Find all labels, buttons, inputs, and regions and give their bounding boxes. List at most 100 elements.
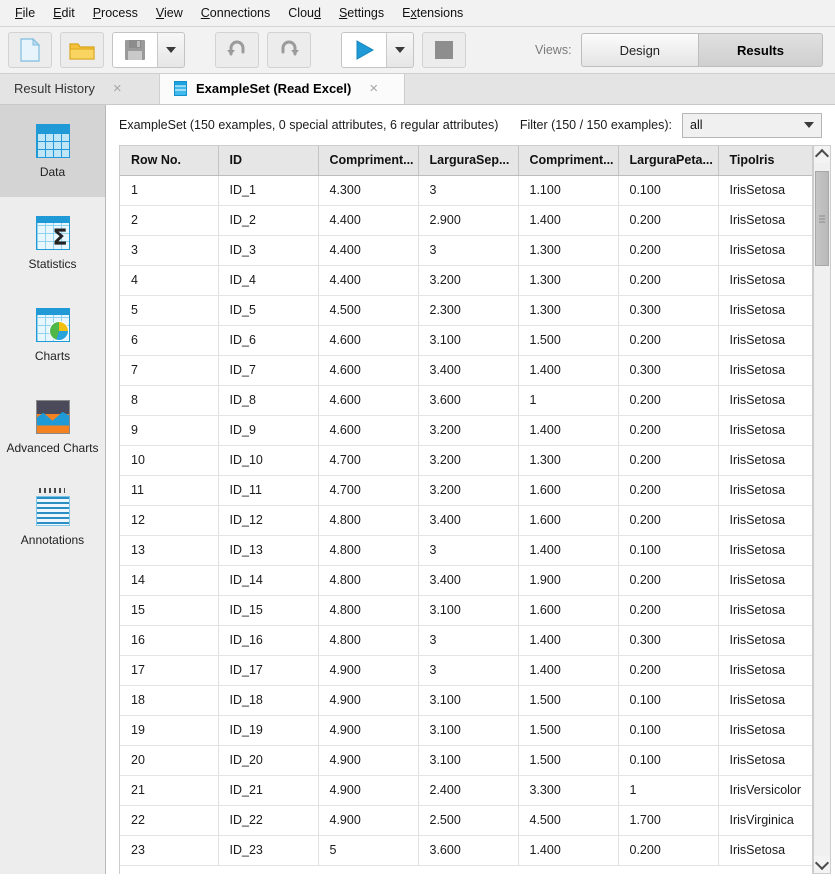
tab-result-history-close-icon[interactable]: × xyxy=(113,81,122,96)
table-cell: 3 xyxy=(120,235,219,266)
scroll-up-button[interactable] xyxy=(814,146,830,164)
table-row[interactable]: 22 ID_22 4.900 2.500 4.500 1.700 IrisVirginica xyxy=(120,805,812,836)
table-cell: 3 xyxy=(418,655,519,686)
table-row[interactable]: 13 ID_13 4.800 3 1.400 0.100 IrisSetosa xyxy=(120,535,812,566)
table-cell: 14 xyxy=(120,565,219,596)
table-cell: 0.300 xyxy=(618,625,719,656)
menu-item-connections[interactable]: Connections xyxy=(192,3,280,23)
table-cell: 0.200 xyxy=(618,325,719,356)
tab-exampleset-close-icon[interactable]: × xyxy=(369,81,378,96)
open-process-button[interactable] xyxy=(60,32,104,68)
table-row[interactable]: 4 ID_4 4.400 3.200 1.300 0.200 IrisSetosa xyxy=(120,265,812,296)
column-header-largurapeta[interactable]: LarguraPeta... xyxy=(618,146,719,176)
new-process-button[interactable] xyxy=(8,32,52,68)
table-row[interactable]: 21 ID_21 4.900 2.400 3.300 1 IrisVersicolor xyxy=(120,775,812,806)
table-cell: 1.100 xyxy=(518,175,619,206)
menu-item-process[interactable]: Process xyxy=(84,3,147,23)
menu-item-settings[interactable]: Settings xyxy=(330,3,393,23)
scroll-thumb[interactable] xyxy=(815,171,829,266)
table-row[interactable]: 8 ID_8 4.600 3.600 1 0.200 IrisSetosa xyxy=(120,385,812,416)
table-cell: 0.100 xyxy=(618,745,719,776)
column-header-largurasep[interactable]: LarguraSep... xyxy=(418,146,519,176)
table-cell: IrisSetosa xyxy=(718,175,812,206)
table-cell: ID_22 xyxy=(218,805,319,836)
tab-result-history[interactable]: Result History × xyxy=(0,73,160,104)
table-row[interactable]: 9 ID_9 4.600 3.200 1.400 0.200 IrisSetosa xyxy=(120,415,812,446)
table-row[interactable]: 2 ID_2 4.400 2.900 1.400 0.200 IrisSetosa xyxy=(120,205,812,236)
table-body: 1 ID_1 4.300 3 1.100 0.100 IrisSetosa 2 ID_2 4.40… xyxy=(120,175,812,866)
view-button-design[interactable]: Design xyxy=(580,33,699,67)
redo-button[interactable] xyxy=(267,32,311,68)
column-header-id[interactable]: ID xyxy=(218,146,319,176)
menu-item-cloud[interactable]: Cloud xyxy=(279,3,330,23)
table-row[interactable]: 20 ID_20 4.900 3.100 1.500 0.100 IrisSetosa xyxy=(120,745,812,776)
table-row[interactable]: 6 ID_6 4.600 3.100 1.500 0.200 IrisSetosa xyxy=(120,325,812,356)
table-row[interactable]: 14 ID_14 4.800 3.400 1.900 0.200 IrisSetosa xyxy=(120,565,812,596)
table-row[interactable]: 17 ID_17 4.900 3 1.400 0.200 IrisSetosa xyxy=(120,655,812,686)
save-dropdown-arrow[interactable] xyxy=(158,33,184,67)
run-button[interactable] xyxy=(342,33,387,67)
table-row[interactable]: 11 ID_11 4.700 3.200 1.600 0.200 IrisSetosa xyxy=(120,475,812,506)
table-cell: 15 xyxy=(120,595,219,626)
view-button-results[interactable]: Results xyxy=(698,33,823,67)
table-cell: ID_19 xyxy=(218,715,319,746)
run-dropdown-arrow[interactable] xyxy=(387,33,413,67)
data-view-panel: ExampleSet (150 examples, 0 special attr… xyxy=(106,105,835,874)
table-row[interactable]: 3 ID_3 4.400 3 1.300 0.200 IrisSetosa xyxy=(120,235,812,266)
table-cell: IrisSetosa xyxy=(718,715,812,746)
table-row[interactable]: 19 ID_19 4.900 3.100 1.500 0.100 IrisSetosa xyxy=(120,715,812,746)
save-button[interactable] xyxy=(113,33,158,67)
table-cell: 4.700 xyxy=(318,445,419,476)
menu-item-view[interactable]: View xyxy=(147,3,192,23)
menu-item-edit[interactable]: Edit xyxy=(44,3,84,23)
table-cell: ID_7 xyxy=(218,355,319,386)
sidebar-item-advanced-charts[interactable]: Advanced Charts xyxy=(0,381,105,473)
table-row[interactable]: 15 ID_15 4.800 3.100 1.600 0.200 IrisSetosa xyxy=(120,595,812,626)
menu-item-extensions[interactable]: Extensions xyxy=(393,3,472,23)
table-cell: 1.500 xyxy=(518,325,619,356)
data-table-area: Row No. ID Compriment... LarguraSep... C… xyxy=(106,145,835,874)
table-row[interactable]: 1 ID_1 4.300 3 1.100 0.100 IrisSetosa xyxy=(120,175,812,206)
filter-label: Filter (150 / 150 examples): xyxy=(519,118,672,132)
table-cell: 3.600 xyxy=(418,835,519,866)
table-row[interactable]: 16 ID_16 4.800 3 1.400 0.300 IrisSetosa xyxy=(120,625,812,656)
column-header-comprimentosep[interactable]: Compriment... xyxy=(318,146,419,176)
statistics-sigma-icon xyxy=(35,215,70,252)
undo-button[interactable] xyxy=(215,32,259,68)
redo-arrow-icon xyxy=(277,40,301,60)
table-cell: 0.300 xyxy=(618,355,719,386)
stop-button[interactable] xyxy=(422,32,466,68)
table-cell: 3.100 xyxy=(418,325,519,356)
filter-select[interactable]: all xyxy=(682,112,822,138)
sidebar-item-statistics[interactable]: Statistics xyxy=(0,197,105,289)
table-cell: 10 xyxy=(120,445,219,476)
save-split-button[interactable] xyxy=(112,32,185,68)
sidebar-item-data[interactable]: Data xyxy=(0,105,105,197)
table-cell: 8 xyxy=(120,385,219,416)
menu-item-file[interactable]: File xyxy=(6,3,44,23)
table-cell: 4.800 xyxy=(318,625,419,656)
table-row[interactable]: 7 ID_7 4.600 3.400 1.400 0.300 IrisSetosa xyxy=(120,355,812,386)
data-table-vertical-scrollbar[interactable] xyxy=(813,145,831,874)
table-cell: 21 xyxy=(120,775,219,806)
table-cell: 1.600 xyxy=(518,475,619,506)
table-cell: ID_14 xyxy=(218,565,319,596)
table-cell: ID_15 xyxy=(218,595,319,626)
column-header-row-no[interactable]: Row No. xyxy=(120,146,219,176)
chevron-down-icon xyxy=(395,47,405,53)
table-row[interactable]: 23 ID_23 5 3.600 1.400 0.200 IrisSetosa xyxy=(120,835,812,866)
table-row[interactable]: 5 ID_5 4.500 2.300 1.300 0.300 IrisSetosa xyxy=(120,295,812,326)
chevron-up-icon xyxy=(814,148,830,164)
table-cell: 18 xyxy=(120,685,219,716)
data-grid-icon xyxy=(35,123,70,158)
sidebar-item-charts[interactable]: Charts xyxy=(0,289,105,381)
scroll-down-button[interactable] xyxy=(814,855,830,873)
sidebar-item-annotations[interactable]: Annotations xyxy=(0,473,105,565)
column-header-comprimentopeta[interactable]: Compriment... xyxy=(518,146,619,176)
run-split-button[interactable] xyxy=(341,32,414,68)
tab-exampleset[interactable]: ExampleSet (Read Excel) × xyxy=(160,73,405,104)
column-header-tipoiris[interactable]: TipoIris xyxy=(718,146,812,176)
table-row[interactable]: 12 ID_12 4.800 3.400 1.600 0.200 IrisSetosa xyxy=(120,505,812,536)
table-row[interactable]: 10 ID_10 4.700 3.200 1.300 0.200 IrisSetosa xyxy=(120,445,812,476)
table-row[interactable]: 18 ID_18 4.900 3.100 1.500 0.100 IrisSetosa xyxy=(120,685,812,716)
